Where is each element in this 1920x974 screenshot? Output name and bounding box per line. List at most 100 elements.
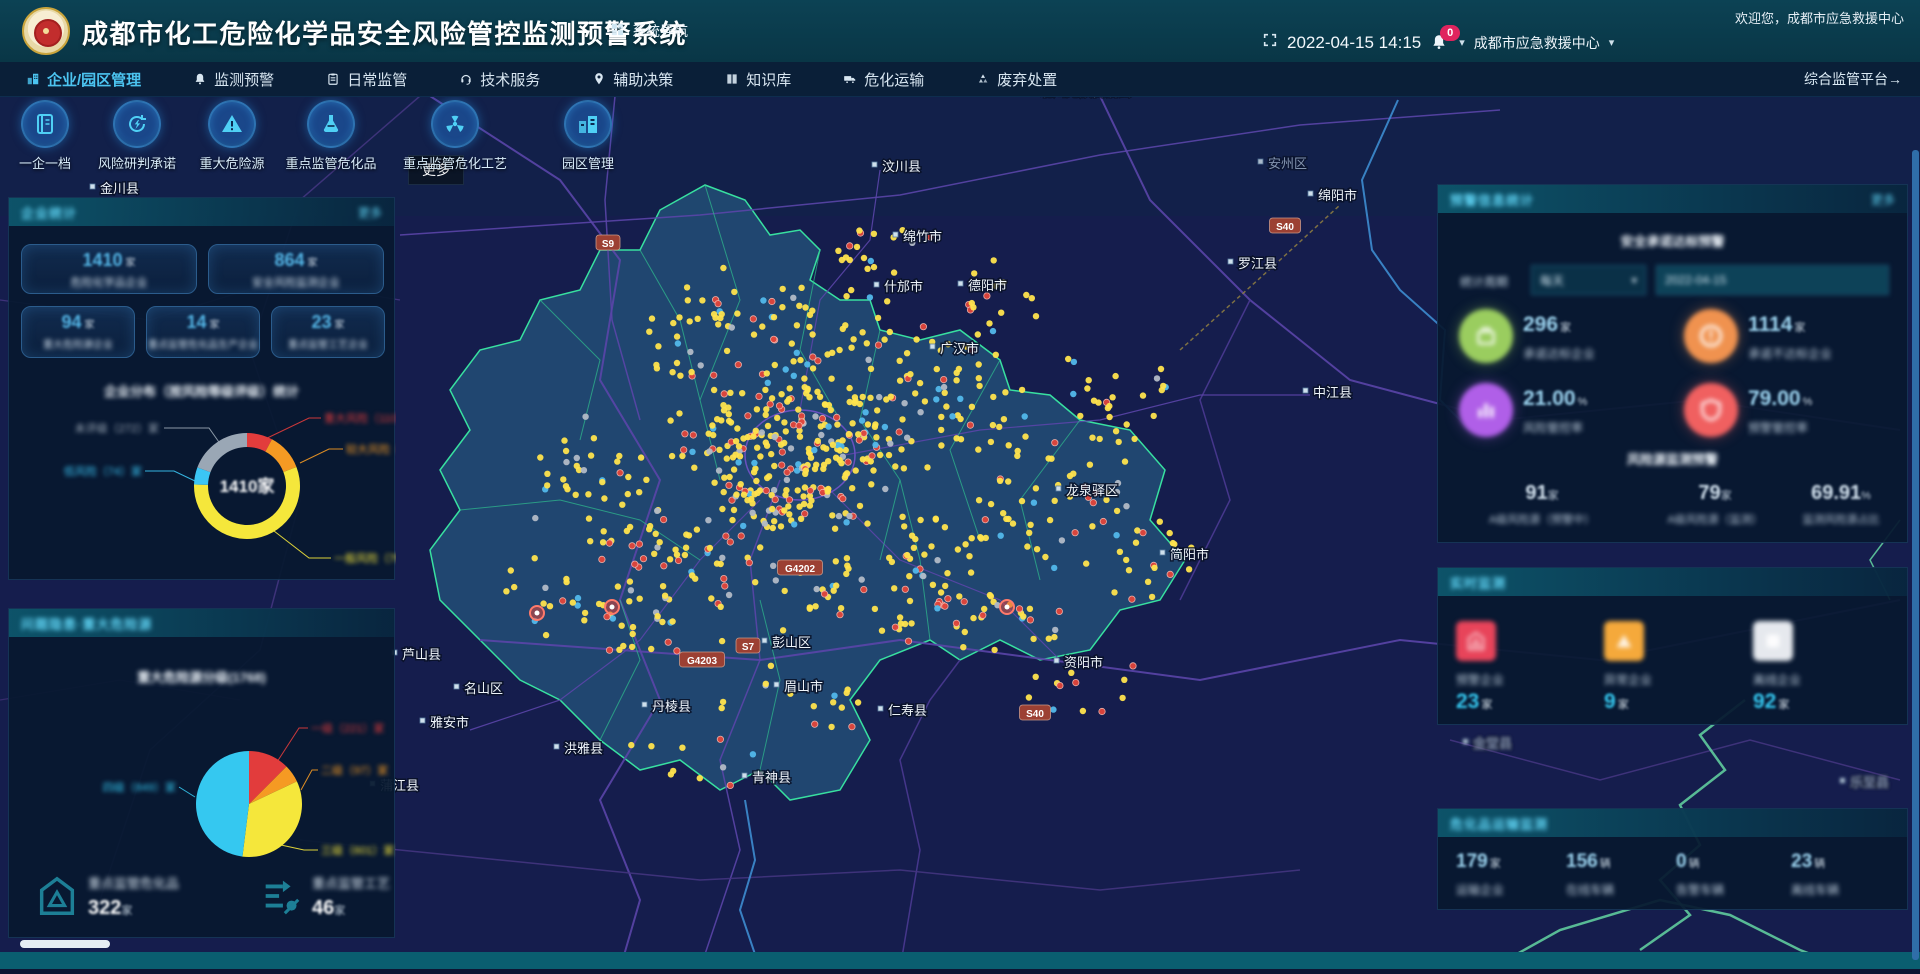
monitor-stat-0: 91家A级风险源（预警中） — [1457, 482, 1627, 527]
bottom-bar — [0, 952, 1920, 969]
decision-icon — [592, 72, 606, 86]
nav-item-0[interactable]: 企业/园区管理 — [0, 62, 167, 96]
chevron-down-icon[interactable]: ▾ — [1609, 36, 1615, 49]
radiation-icon — [443, 112, 467, 136]
chevron-down-icon: ▾ — [1631, 274, 1637, 287]
org-dropdown[interactable]: 成都市应急救援中心 — [1474, 33, 1600, 53]
nav-item-label: 日常监管 — [347, 69, 407, 90]
svg-text:罗江县: 罗江县 — [1238, 256, 1277, 271]
svg-text:洪雅县: 洪雅县 — [564, 741, 603, 756]
panel-more-link[interactable]: 更多 — [358, 204, 382, 221]
svg-text:芦山县: 芦山县 — [402, 647, 441, 662]
panel-title: 预警信息统计 — [1450, 190, 1534, 209]
refresh-icon — [125, 112, 149, 136]
nav-item-label: 监测预警 — [214, 69, 274, 90]
nav-item-label: 危化运输 — [864, 69, 924, 90]
risk-level-donut-chart: 1410家重大风险（110）家较大风险（160）家一般风险（794）家低风险（7… — [9, 403, 396, 578]
subnav: 一企一档风险研判承诺重大危险源重点监管危化品重点监管危化工艺园区管理 — [0, 100, 700, 170]
notification-bell[interactable]: 0 — [1430, 33, 1450, 53]
service-icon — [459, 72, 473, 86]
welcome-text: 欢迎您，成都市应急救援中心 — [1735, 8, 1904, 27]
svg-text:绵阳市: 绵阳市 — [1318, 188, 1357, 203]
svg-text:二级（97）家: 二级（97）家 — [321, 763, 388, 777]
svg-text:S40: S40 — [1276, 222, 1294, 233]
nav-item-5[interactable]: 知识库 — [699, 62, 817, 96]
svg-text:G4203: G4203 — [687, 656, 717, 667]
map-label: 龙泉驿区 — [1056, 483, 1118, 498]
svg-text:S40: S40 — [1026, 709, 1044, 720]
svg-text:S7: S7 — [742, 642, 755, 653]
svg-text:龙泉驿区: 龙泉驿区 — [1066, 483, 1118, 498]
svg-text:低风险（74）家: 低风险（74）家 — [64, 464, 142, 478]
subnav-item-4[interactable]: 重点监管危化工艺 — [395, 100, 515, 172]
svg-text:简阳市: 简阳市 — [1170, 547, 1209, 562]
svg-text:四级（849）家: 四级（849）家 — [103, 780, 176, 794]
svg-text:汶川县: 汶川县 — [882, 159, 921, 174]
svg-text:雅安市: 雅安市 — [430, 715, 469, 730]
grid-icon — [610, 22, 625, 40]
pie-chart-title: 重大危险源分级(1768) — [9, 667, 394, 686]
system-nav-button[interactable]: 系统导航 — [610, 21, 688, 41]
svg-text:较大风险（160）家: 较大风险（160）家 — [346, 442, 396, 456]
platform-link[interactable]: 综合监管平台→ — [1804, 69, 1920, 89]
nav-item-label: 废弃处置 — [997, 69, 1057, 90]
hazard-grade-pie-chart: 一级（221）家二级（97）家三级（601）家四级（849）家 — [9, 687, 396, 867]
svg-text:资阳市: 资阳市 — [1064, 655, 1103, 670]
vertical-scrollbar[interactable] — [1912, 150, 1919, 960]
stat-card: 94家重大危险源企业 — [21, 306, 135, 358]
svg-text:安州区: 安州区 — [1268, 156, 1307, 171]
stat-card: 1410家危险化学品企业 — [21, 244, 197, 294]
nav-item-7[interactable]: 废弃处置 — [950, 62, 1083, 96]
realtime-icon — [1604, 621, 1644, 661]
park-icon — [576, 112, 600, 136]
tri-icon — [1613, 630, 1635, 652]
fullscreen-icon[interactable] — [1262, 32, 1278, 53]
subnav-item-5[interactable]: 园区管理 — [528, 100, 648, 172]
main-nav: 企业/园区管理 监测预警 日常监管 技术服务 辅助决策知识库 危化运输 废弃处置 综合监管平… — [0, 62, 1920, 97]
svg-text:乐至县: 乐至县 — [1850, 775, 1889, 790]
panel-more-link[interactable]: 更多 — [1871, 191, 1895, 208]
svg-text:金川县: 金川县 — [100, 181, 139, 196]
recycle-icon — [976, 72, 990, 86]
section2-title: 风险源监测预警 — [1438, 449, 1907, 468]
svg-text:金堂县: 金堂县 — [1473, 736, 1512, 751]
chevron-down-icon[interactable]: ▾ — [1459, 36, 1465, 49]
panel-header: 预警信息统计 更多 — [1438, 185, 1907, 213]
nav-item-6[interactable]: 危化运输 — [817, 62, 950, 96]
nav-item-4[interactable]: 辅助决策 — [566, 62, 699, 96]
system-nav-label: 系统导航 — [632, 21, 688, 41]
panel-title: 实时监测 — [1450, 573, 1506, 592]
enterprise-stats-panel: 企业统计 更多 1410家危险化学品企业864家安全风险监测企业94家重大危险源… — [8, 197, 395, 580]
road-badge: S9 — [596, 235, 620, 250]
house-icon — [34, 873, 80, 919]
panel-header: 实时监测 — [1438, 568, 1907, 596]
svg-text:德阳市: 德阳市 — [968, 278, 1007, 293]
bottom-scrollbar[interactable] — [20, 940, 110, 948]
svg-text:彭山区: 彭山区 — [772, 635, 811, 650]
svg-text:中江县: 中江县 — [1313, 385, 1352, 400]
nav-item-3[interactable]: 技术服务 — [433, 62, 566, 96]
warning-icon — [220, 112, 244, 136]
realtime-icon — [1456, 621, 1496, 661]
subnav-item-3[interactable]: 重点监管危化品 — [271, 100, 391, 172]
sq-icon — [1762, 630, 1784, 652]
panel-header: 危化品运输监测 — [1438, 809, 1907, 837]
stat-card: 23家重点监管工艺企业 — [271, 306, 385, 358]
period-select[interactable]: 每天▾ — [1531, 265, 1646, 295]
filter-label: 统计周期 — [1460, 273, 1508, 290]
warning-stat-icon — [1684, 383, 1738, 437]
nav-item-2[interactable]: 日常监管 — [300, 62, 433, 96]
date-input[interactable]: 2022-04-15 — [1656, 265, 1889, 295]
realtime-monitor-panel: 实时监测 预警企业23家异常企业9家离线企业92家 — [1437, 567, 1908, 725]
svg-text:一般风险（794）家: 一般风险（794）家 — [334, 551, 396, 565]
archive-icon — [33, 112, 57, 136]
nav-item-label: 技术服务 — [480, 69, 540, 90]
svg-text:未评级（272）家: 未评级（272）家 — [75, 421, 159, 435]
nav-item-1[interactable]: 监测预警 — [167, 62, 300, 96]
app-header: 成都市化工危险化学品安全风险管控监测预警系统 系统导航 欢迎您，成都市应急救援中… — [0, 0, 1920, 62]
notification-badge: 0 — [1440, 25, 1460, 41]
svg-text:重大风险（110）家: 重大风险（110）家 — [324, 411, 396, 425]
svg-text:一级（221）家: 一级（221）家 — [311, 721, 384, 735]
house-icon — [1465, 630, 1487, 652]
road-badge: G4203 — [680, 652, 725, 667]
